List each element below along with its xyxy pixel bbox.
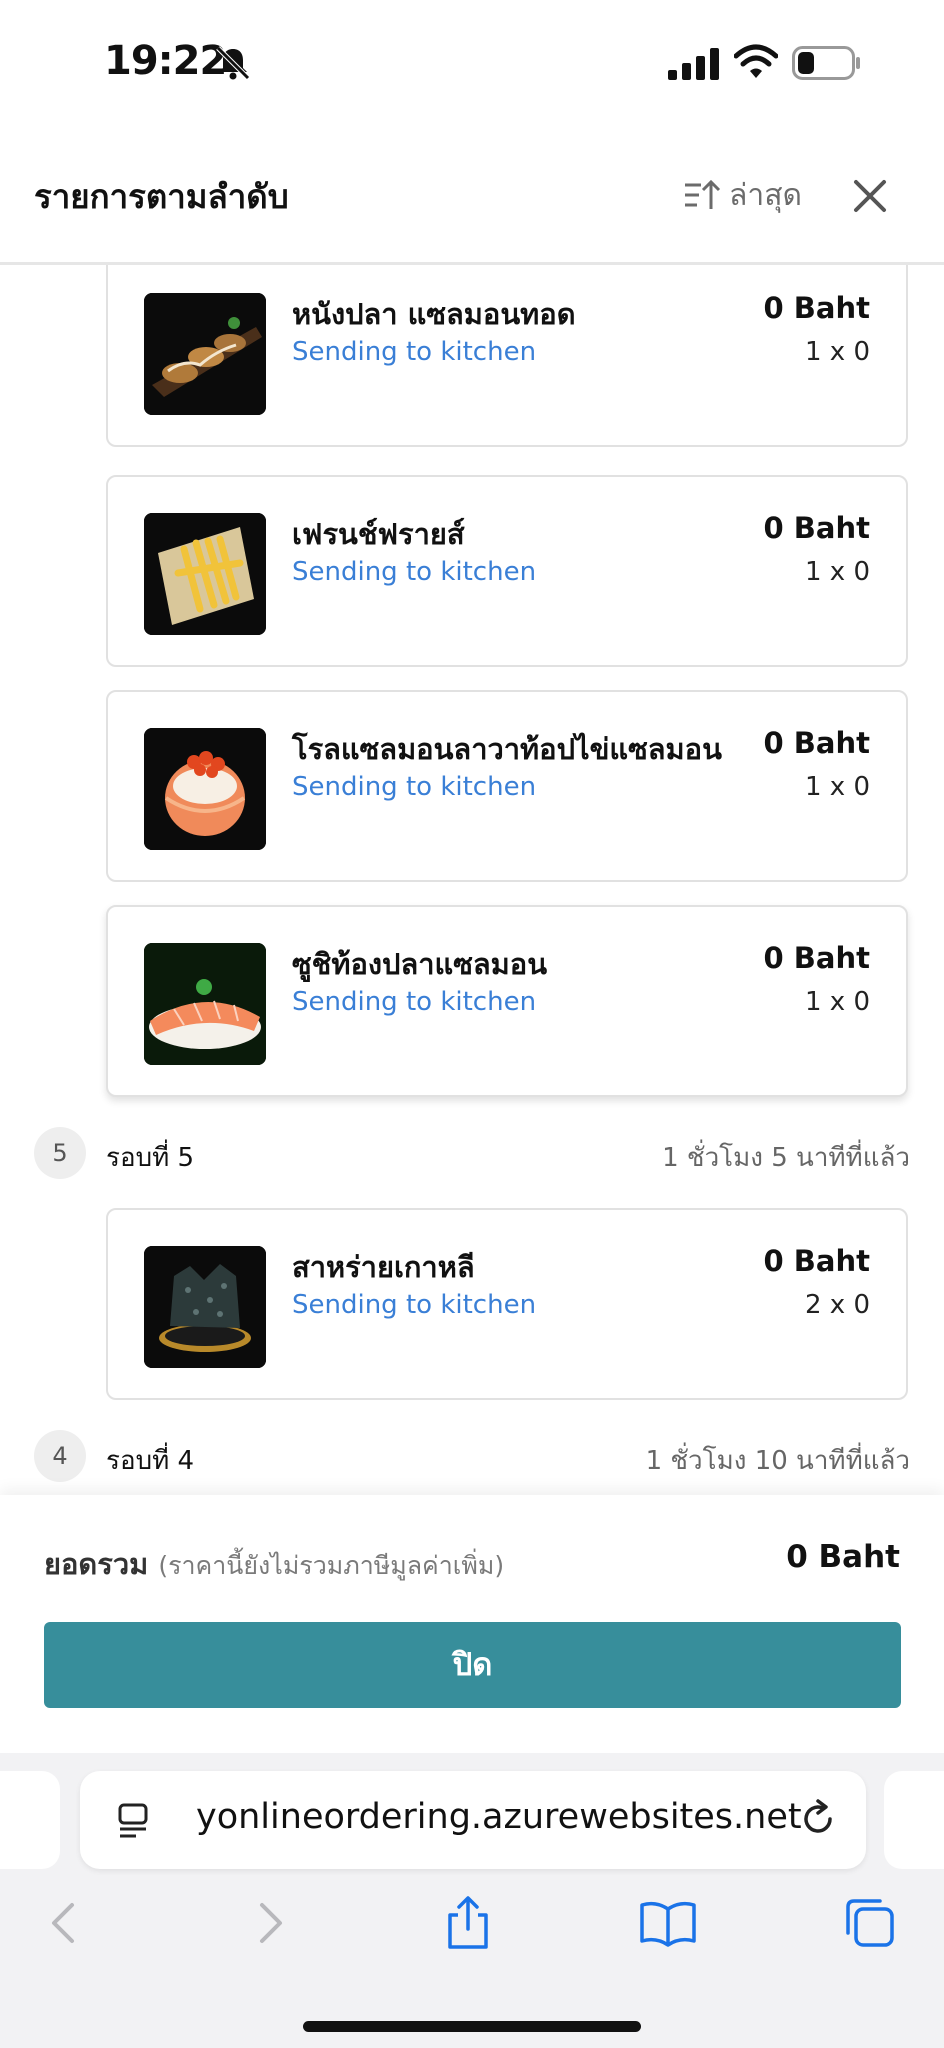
tabs-icon[interactable] <box>840 1893 900 1953</box>
item-status: Sending to kitchen <box>292 772 537 802</box>
round-number-badge: 5 <box>34 1127 86 1179</box>
item-quantity: 1 x 0 <box>805 557 870 587</box>
round-label: รอบที่ 5 <box>106 1143 195 1173</box>
address-bar[interactable]: yonlineordering.azurewebsites.net <box>80 1771 866 1869</box>
cellular-signal-icon <box>668 48 719 80</box>
wifi-icon <box>734 44 778 78</box>
item-image <box>144 728 266 850</box>
total-label-text: ยอดรวม <box>44 1547 149 1581</box>
item-status: Sending to kitchen <box>292 987 537 1017</box>
close-button[interactable]: ปิด <box>44 1622 901 1708</box>
forward-icon[interactable] <box>240 1893 300 1953</box>
item-status: Sending to kitchen <box>292 557 537 587</box>
url-text: yonlineordering.azurewebsites.net <box>196 1797 802 1837</box>
item-name: โรลแซลมอนลาวาท้อปไข่แซลมอน <box>292 732 722 766</box>
item-name: สาหร่ายเกาหลี <box>292 1250 475 1284</box>
battery-icon <box>792 46 860 80</box>
order-item-card[interactable]: เฟรนช์ฟรายส์ Sending to kitchen 0 Baht 1… <box>106 475 908 667</box>
status-bar: 19:22 <box>0 0 944 130</box>
item-image <box>144 513 266 635</box>
close-icon[interactable] <box>846 172 894 220</box>
sort-label: ล่าสุด <box>729 178 803 213</box>
clock: 19:22 <box>104 38 227 84</box>
share-icon[interactable] <box>438 1893 498 1953</box>
previous-tab-preview[interactable] <box>0 1771 60 1869</box>
item-name: หนังปลา แซลมอนทอด <box>292 297 576 331</box>
back-icon[interactable] <box>34 1893 94 1953</box>
order-round-header: 4 รอบที่ 4 1 ชั่วโมง 10 นาทีที่แล้ว <box>34 1430 910 1484</box>
sort-button[interactable]: ล่าสุด <box>683 172 802 219</box>
page-menu-icon[interactable] <box>116 1801 154 1841</box>
item-image <box>144 1246 266 1368</box>
next-tab-preview[interactable] <box>884 1771 944 1869</box>
bookmarks-icon[interactable] <box>638 1893 698 1953</box>
order-round-header: 5 รอบที่ 5 1 ชั่วโมง 5 นาทีที่แล้ว <box>34 1127 910 1181</box>
order-item-card[interactable]: ซูชิท้องปลาแซลมอน Sending to kitchen 0 B… <box>106 905 908 1097</box>
round-timestamp: 1 ชั่วโมง 5 นาทีที่แล้ว <box>662 1143 910 1173</box>
total-value: 0 Baht <box>786 1539 900 1575</box>
home-indicator <box>303 2021 641 2032</box>
item-price: 0 Baht <box>763 511 870 545</box>
order-history-header: รายการตามลำดับ ล่าสุด <box>0 130 944 265</box>
round-number-badge: 4 <box>34 1430 86 1482</box>
total-label: ยอดรวม (ราคานี้ยังไม่รวมภาษีมูลค่าเพิ่ม) <box>44 1541 504 1587</box>
item-price: 0 Baht <box>763 726 870 760</box>
reload-icon[interactable] <box>796 1797 840 1841</box>
item-status: Sending to kitchen <box>292 337 537 367</box>
sort-icon <box>685 179 721 209</box>
page-title: รายการตามลำดับ <box>34 177 289 216</box>
item-price: 0 Baht <box>763 941 870 975</box>
round-label: รอบที่ 4 <box>106 1446 195 1476</box>
total-note: (ราคานี้ยังไม่รวมภาษีมูลค่าเพิ่ม) <box>158 1551 505 1580</box>
item-quantity: 2 x 0 <box>805 1290 870 1320</box>
item-quantity: 1 x 0 <box>805 772 870 802</box>
item-price: 0 Baht <box>763 1244 870 1278</box>
order-summary: ยอดรวม (ราคานี้ยังไม่รวมภาษีมูลค่าเพิ่ม)… <box>0 1495 944 1755</box>
item-status: Sending to kitchen <box>292 1290 537 1320</box>
round-timestamp: 1 ชั่วโมง 10 นาทีที่แล้ว <box>645 1446 910 1476</box>
bell-muted-icon <box>216 46 250 80</box>
order-item-card[interactable]: สาหร่ายเกาหลี Sending to kitchen 0 Baht … <box>106 1208 908 1400</box>
item-quantity: 1 x 0 <box>805 987 870 1017</box>
item-image <box>144 943 266 1065</box>
order-item-card[interactable]: โรลแซลมอนลาวาท้อปไข่แซลมอน Sending to ki… <box>106 690 908 882</box>
item-name: ซูชิท้องปลาแซลมอน <box>292 947 548 981</box>
order-item-card[interactable]: หนังปลา แซลมอนทอด Sending to kitchen 0 B… <box>106 265 908 447</box>
item-quantity: 1 x 0 <box>805 337 870 367</box>
browser-toolbar: yonlineordering.azurewebsites.net <box>0 1753 944 2048</box>
order-list[interactable]: หนังปลา แซลมอนทอด Sending to kitchen 0 B… <box>0 265 944 1495</box>
item-image <box>144 293 266 415</box>
item-name: เฟรนช์ฟรายส์ <box>292 517 465 551</box>
item-price: 0 Baht <box>763 291 870 325</box>
